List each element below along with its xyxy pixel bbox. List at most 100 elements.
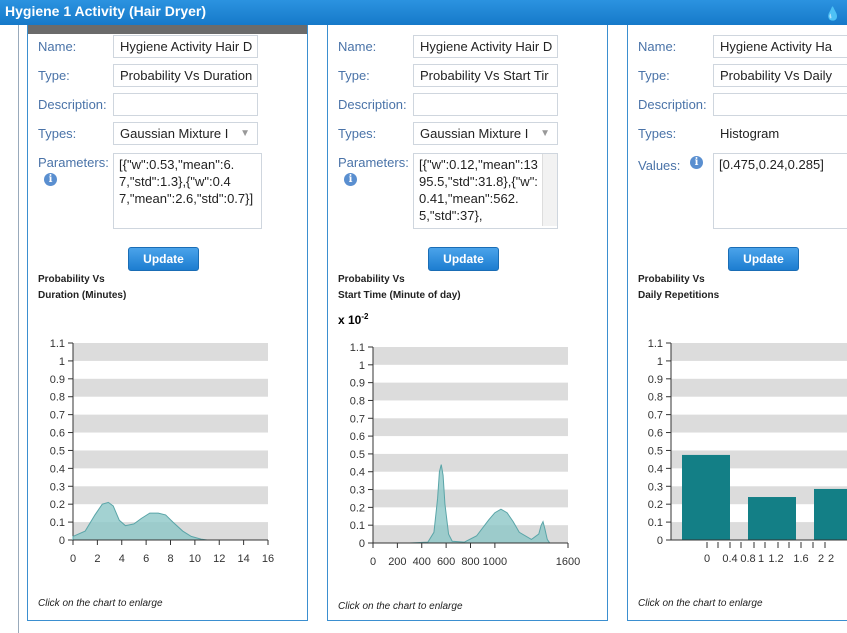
y-tick-label: 0.9	[50, 374, 65, 386]
x-tick-label: 0.4	[722, 553, 737, 565]
types-value: Gaussian Mixture I	[120, 126, 229, 141]
x-tick-label: 16	[262, 553, 274, 565]
values-textarea[interactable]: [0.475,0.24,0.285]	[713, 153, 847, 229]
parameters-label: Parameters:	[338, 155, 409, 170]
y-tick-label: 0.4	[648, 463, 663, 475]
x-tick-label: 600	[437, 556, 455, 568]
types-select[interactable]: Gaussian Mixture I ▼	[113, 122, 258, 145]
y-tick-label: 0.2	[50, 499, 65, 511]
grid-band	[73, 486, 268, 505]
y-tick-label: 0.9	[648, 374, 663, 386]
name-input[interactable]: Hygiene Activity Hair D	[113, 35, 258, 58]
scrollbar[interactable]	[542, 154, 557, 226]
x-tick-label: 1.6	[793, 553, 808, 565]
y-tick-label: 0.8	[350, 395, 365, 407]
water-drop-icon[interactable]: 💧	[825, 3, 841, 25]
info-icon[interactable]: i	[344, 173, 357, 186]
grid-band	[373, 418, 568, 437]
y-tick-label: 0.8	[50, 392, 65, 404]
y-tick-label: 0	[59, 535, 65, 547]
grid-band	[373, 347, 568, 365]
info-icon[interactable]: i	[690, 156, 703, 169]
parameters-text: [{"w":0.12,"mean":1395.5,"std":31.8},{"w…	[419, 157, 538, 223]
name-label: Name:	[338, 39, 377, 54]
parameters-textarea[interactable]: [{"w":0.53,"mean":6.7,"std":1.3},{"w":0.…	[113, 153, 262, 229]
type-input[interactable]: Probability Vs Start Tir	[413, 64, 558, 87]
type-label: Type:	[338, 68, 370, 83]
x-tick-label: 0.8	[740, 553, 755, 565]
panel-top-bar	[28, 25, 307, 34]
x-tick-label: 400	[413, 556, 431, 568]
name-label: Name:	[38, 39, 77, 54]
y-tick-label: 0	[359, 538, 365, 550]
info-icon[interactable]: i	[44, 173, 57, 186]
update-button[interactable]: Update	[428, 247, 499, 271]
type-label: Type:	[638, 68, 670, 83]
parameters-textarea[interactable]: [{"w":0.12,"mean":1395.5,"std":31.8},{"w…	[413, 153, 558, 229]
y-tick-label: 0.2	[350, 502, 365, 514]
description-label: Description:	[638, 97, 707, 112]
histogram-bar	[748, 497, 796, 540]
y-tick-label: 0.8	[648, 392, 663, 404]
types-label: Types:	[338, 126, 377, 141]
y-tick-label: 0.7	[50, 410, 65, 422]
y-tick-label: 0.1	[648, 517, 663, 529]
y-tick-label: 0.5	[648, 445, 663, 457]
x-tick-label: 2	[818, 553, 824, 565]
grid-band	[671, 343, 847, 361]
y-tick-label: 1	[359, 360, 365, 372]
chart-duration[interactable]: 0 0.1 0.2 0.3 0.4 0.5 0.6 0.7 0.8 0.9 1 1.1 0 2 4 6 8 10 1…	[28, 330, 307, 590]
name-input[interactable]: Hygiene Activity Ha	[713, 35, 847, 58]
x-tick-label: 14	[238, 553, 250, 565]
chart-title-line2: Start Time (Minute of day)	[338, 290, 461, 301]
y-tick-label: 0.1	[50, 517, 65, 529]
y-tick-label: 0.5	[50, 445, 65, 457]
grid-band	[373, 489, 568, 508]
grid-band	[73, 414, 268, 433]
y-tick-label: 0.7	[350, 413, 365, 425]
chart-title-line1: Probability Vs	[638, 274, 705, 285]
y-tick-label: 0.3	[50, 481, 65, 493]
name-input[interactable]: Hygiene Activity Hair D	[413, 35, 558, 58]
description-input[interactable]	[113, 93, 258, 116]
distribution-panel-start-time: Name: Hygiene Activity Hair D Type: Prob…	[327, 25, 608, 621]
y-tick-label: 0.4	[350, 467, 365, 479]
update-button[interactable]: Update	[128, 247, 199, 271]
y-tick-label: 1.1	[648, 338, 663, 350]
distribution-panel-duration: Name: Hygiene Activity Hair D Type: Prob…	[27, 25, 308, 621]
x-tick-label: 0	[370, 556, 376, 568]
y-tick-label: 0.3	[350, 485, 365, 497]
update-button[interactable]: Update	[728, 247, 799, 271]
window-title: Hygiene 1 Activity (Hair Dryer)	[5, 3, 206, 19]
y-tick-label: 0.7	[648, 410, 663, 422]
description-input[interactable]	[713, 93, 847, 116]
frame-border	[18, 25, 19, 633]
types-label: Types:	[38, 126, 77, 141]
type-input[interactable]: Probability Vs Daily	[713, 64, 847, 87]
x-tick-label: 10	[189, 553, 201, 565]
chart-title-line1: Probability Vs	[38, 274, 105, 285]
chart-start-time[interactable]: 0 0.1 0.2 0.3 0.4 0.5 0.6 0.7 0.8 0.9 1 1.1 0 200 400 6…	[328, 330, 607, 590]
types-label: Types:	[638, 126, 677, 141]
chart-daily-repetitions[interactable]: 00.10.20.30.40.50.60.70.80.911.10 0.4 0.8 1…	[628, 330, 847, 590]
y-tick-label: 1	[657, 356, 663, 368]
x-tick-label: 1	[758, 553, 764, 565]
description-input[interactable]	[413, 93, 558, 116]
chart-title-line2: Duration (Minutes)	[38, 290, 127, 301]
x-tick-label: 800	[461, 556, 479, 568]
types-select[interactable]: Gaussian Mixture I ▼	[413, 122, 558, 145]
description-label: Description:	[338, 97, 407, 112]
y-tick-label: 0.6	[648, 428, 663, 440]
window-header: Hygiene 1 Activity (Hair Dryer) 💧	[0, 0, 847, 25]
x-tick-label: 1000	[483, 556, 507, 568]
type-input[interactable]: Probability Vs Duration	[113, 64, 258, 87]
x-tick-label: 4	[119, 553, 125, 565]
y-tick-label: 1.1	[50, 338, 65, 350]
histogram-bar	[682, 454, 730, 540]
x-tick-label: 200	[388, 556, 406, 568]
grid-band	[73, 378, 268, 397]
chart-title-line1: Probability Vs	[338, 274, 405, 285]
distribution-panel-daily-repetitions: Name: Hygiene Activity Ha Type: Probabil…	[627, 25, 847, 621]
x-tick-label: 1600	[556, 556, 580, 568]
x-tick-label: 0	[70, 553, 76, 565]
